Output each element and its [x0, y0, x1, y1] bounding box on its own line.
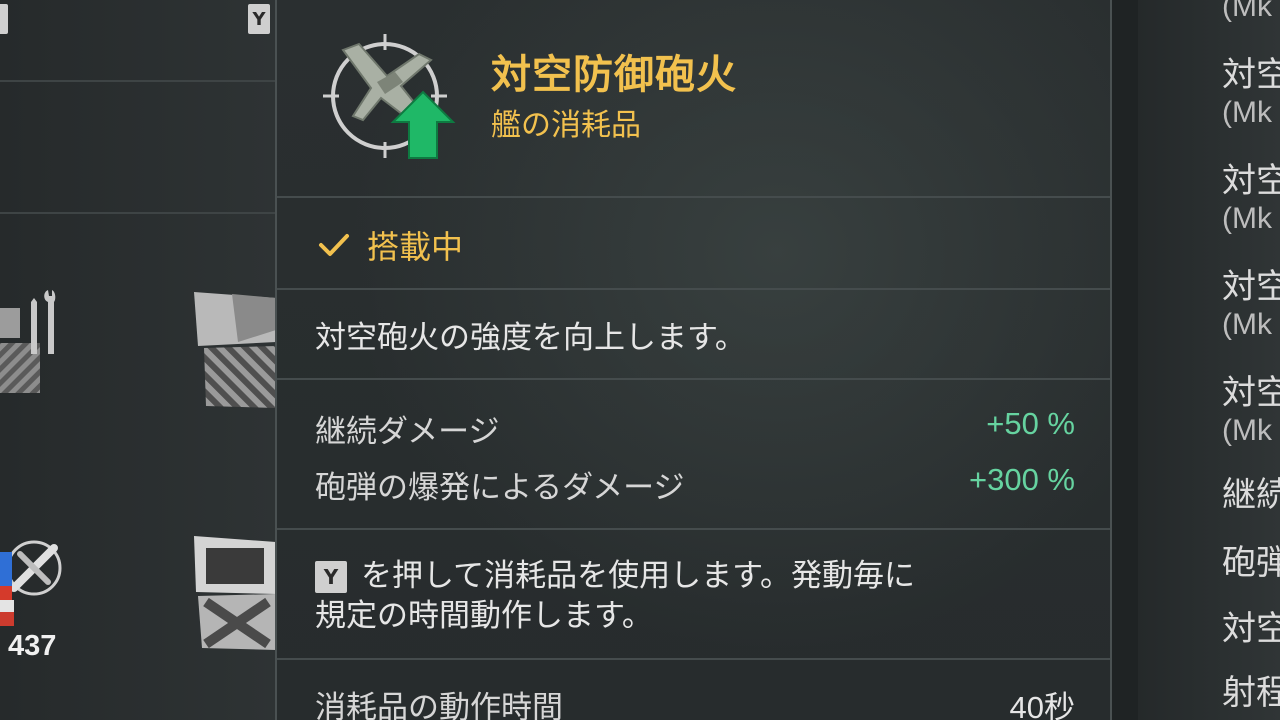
right-item-sub: (Mk: [1222, 202, 1272, 235]
usage-hint: Y を押して消耗品を使用します。発動毎に 規定の時間動作します。: [315, 556, 915, 636]
right-item-sub: (Mk: [1222, 414, 1272, 447]
stat-label: 砲弾の爆発によるダメージ: [315, 470, 685, 506]
divider: [277, 658, 1110, 660]
checkmark-icon: [319, 234, 349, 256]
consumable-count: 437: [8, 630, 57, 662]
tooltip-subtitle: 艦の消耗品: [491, 108, 641, 143]
signal-flag-icon: [194, 292, 276, 408]
divider: [0, 80, 276, 82]
duration-value: 40秒: [1009, 690, 1075, 720]
right-item-title: 対空: [1222, 161, 1280, 201]
right-item-title: 砲弾: [1222, 543, 1280, 583]
duration-row: 消耗品の動作時間 40秒: [315, 682, 1075, 720]
right-item-title: 継続: [1222, 475, 1280, 515]
stat-value: +300 %: [968, 462, 1075, 497]
hint-text: を押して消耗品を使用します。発動毎に: [361, 558, 915, 594]
stat-row: 継続ダメージ +50 %: [315, 406, 1075, 451]
stat-value: +50 %: [986, 406, 1075, 441]
divider: [277, 528, 1110, 530]
tooltip-title: 対空防御砲火: [491, 52, 737, 98]
key-y-badge: Y: [315, 561, 347, 593]
right-item-title: 対空: [1222, 609, 1280, 649]
tooltip-header: 対空防御砲火 艦の消耗品: [277, 0, 1110, 196]
right-item-sub: (Mk: [1222, 308, 1272, 341]
aa-plane-upgrade-icon: [323, 34, 456, 159]
usage-hint-line2: 規定の時間動作します。: [315, 598, 653, 634]
right-panel-edge: [1112, 0, 1138, 720]
signal-flag-1[interactable]: [192, 290, 276, 410]
right-item-sub: (Mk: [1222, 96, 1272, 129]
right-item-title: 射程: [1222, 673, 1280, 713]
consumable-tooltip: 対空防御砲火 艦の消耗品 搭載中 対空砲火の強度を向上します。 継続ダメージ +…: [275, 0, 1112, 720]
divider: [277, 378, 1110, 380]
duration-label: 消耗品の動作時間: [315, 690, 563, 720]
divider: [0, 212, 276, 214]
equipped-status: 搭載中: [317, 222, 463, 268]
divider: [277, 288, 1110, 290]
key-tag-fragment: [0, 4, 8, 34]
usage-hint-line1: Y を押して消耗品を使用します。発動毎に: [315, 556, 915, 596]
stat-row: 砲弾の爆発によるダメージ +300 %: [315, 462, 1075, 507]
divider: [277, 196, 1110, 198]
right-item-sub: (Mk: [1222, 0, 1272, 23]
right-item-title: 対空: [1222, 267, 1280, 307]
left-panel: Y 437: [0, 0, 276, 720]
stat-label: 継続ダメージ: [315, 414, 500, 450]
wrench-icon: [31, 290, 56, 354]
signal-flag-2[interactable]: [192, 532, 276, 652]
right-item-title: 対空: [1222, 373, 1280, 413]
key-tag-y: Y: [248, 4, 270, 34]
right-item-title: 対空: [1222, 55, 1280, 95]
signal-flag-icon: [194, 536, 276, 650]
status-label: 搭載中: [367, 228, 464, 266]
tooltip-description: 対空砲火の強度を向上します。: [315, 320, 746, 356]
consumable-icon[interactable]: [0, 530, 66, 626]
